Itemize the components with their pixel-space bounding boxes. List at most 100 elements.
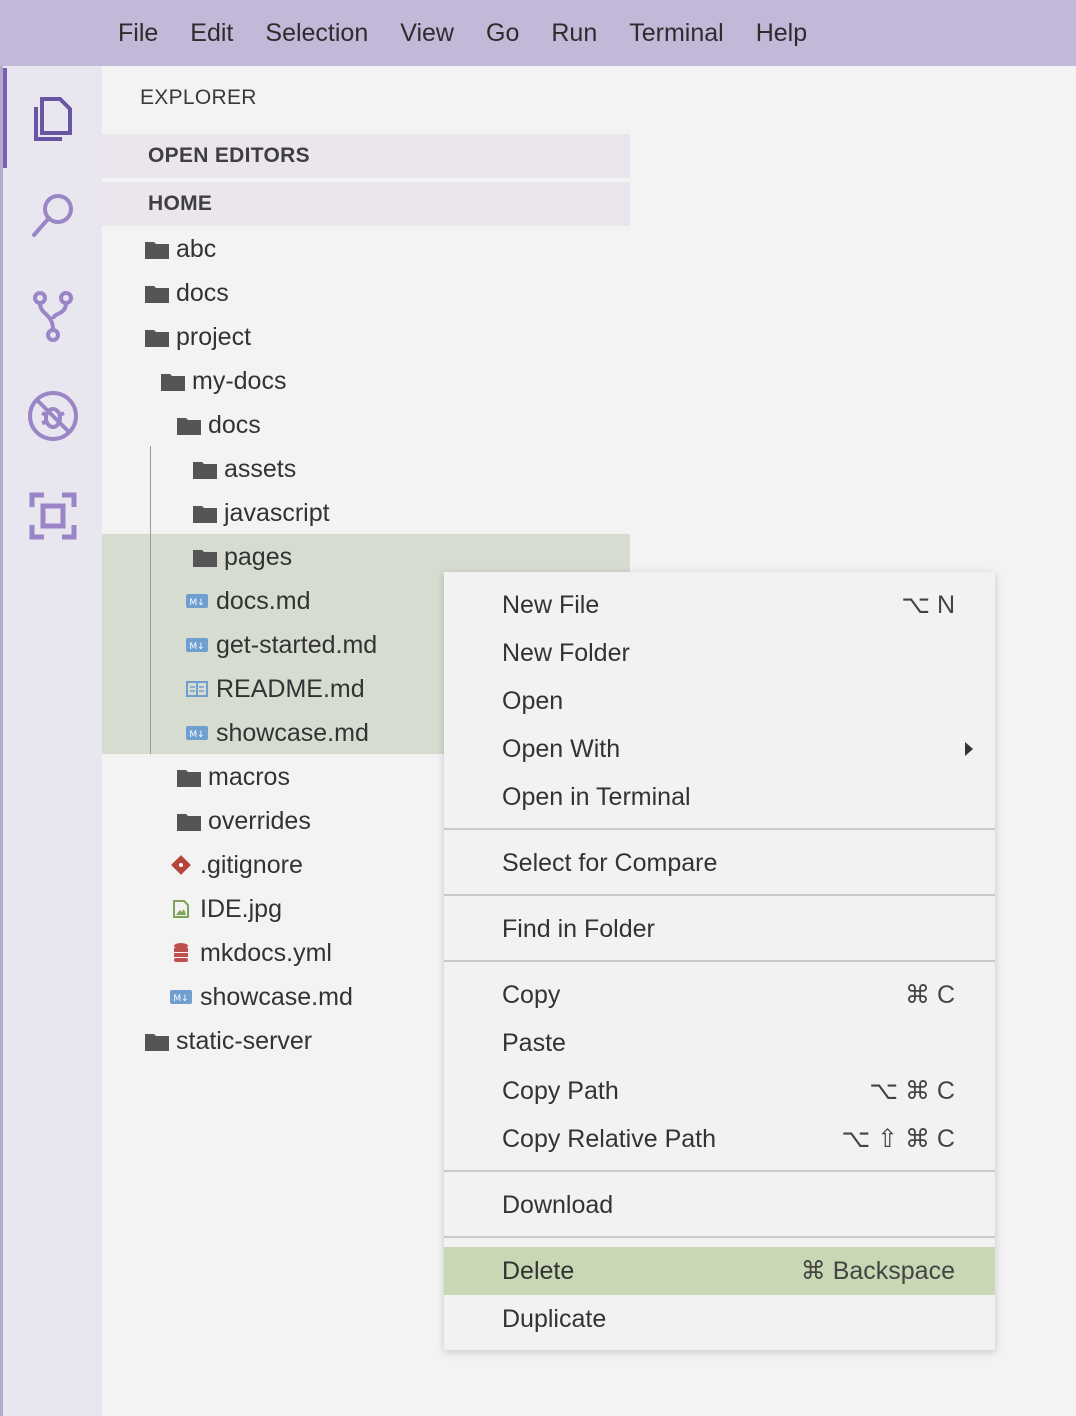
menu-item-copy-relative-path[interactable]: Copy Relative Path ⌥ ⇧ ⌘ C	[444, 1115, 995, 1163]
svg-text:M↓: M↓	[189, 642, 204, 652]
menu-bar: File Edit Selection View Go Run Terminal…	[0, 0, 1076, 66]
tree-item-label: pages	[224, 542, 293, 571]
folder-icon	[144, 238, 170, 260]
menu-item-label: Paste	[502, 1028, 566, 1057]
menu-item-find-in-folder[interactable]: Find in Folder	[444, 905, 995, 953]
tree-item-label: docs	[176, 278, 229, 307]
menu-go[interactable]: Go	[470, 0, 535, 66]
markdown-icon: M↓	[168, 986, 194, 1008]
section-label: OPEN EDITORS	[148, 144, 310, 167]
menu-item-copy[interactable]: Copy ⌘ C	[444, 971, 995, 1019]
menu-item-new-folder[interactable]: New Folder	[444, 629, 995, 677]
tree-item-label: mkdocs.yml	[200, 938, 332, 967]
menu-run[interactable]: Run	[535, 0, 613, 66]
folder-icon	[144, 282, 170, 304]
menu-separator	[444, 1236, 995, 1238]
tree-item-label: get-started.md	[216, 630, 378, 659]
tree-item-abc[interactable]: abc	[102, 227, 630, 271]
image-icon	[168, 898, 194, 920]
menu-item-label: Open in Terminal	[502, 782, 691, 811]
tree-item-label: macros	[208, 762, 290, 791]
folder-icon	[192, 546, 218, 568]
menu-item-label: New File	[502, 590, 600, 619]
menu-item-label: Download	[502, 1190, 614, 1219]
search-icon[interactable]	[3, 166, 102, 266]
menu-item-download[interactable]: Download	[444, 1181, 995, 1229]
tree-item-label: overrides	[208, 806, 311, 835]
tree-item-label: IDE.jpg	[200, 894, 282, 923]
menu-item-delete[interactable]: Delete ⌘ Backspace	[444, 1247, 995, 1295]
menu-file[interactable]: File	[102, 0, 174, 66]
menu-item-open[interactable]: Open	[444, 677, 995, 725]
tree-item-label: README.md	[216, 674, 365, 703]
menu-item-label: Copy Path	[502, 1076, 619, 1105]
shortcut-label: ⌥ ⌘ C	[869, 1077, 955, 1105]
tree-item-label: docs.md	[216, 586, 311, 615]
svg-text:M↓: M↓	[189, 730, 204, 740]
tree-item-label: my-docs	[192, 366, 287, 395]
tree-item-docs[interactable]: docs	[102, 271, 630, 315]
menu-item-label: New Folder	[502, 638, 630, 667]
folder-icon	[176, 810, 202, 832]
menu-separator	[444, 894, 995, 896]
folder-icon	[144, 1030, 170, 1052]
menu-item-label: Copy	[502, 980, 561, 1009]
markdown-icon: M↓	[184, 590, 210, 612]
menu-item-copy-path[interactable]: Copy Path ⌥ ⌘ C	[444, 1067, 995, 1115]
tree-item-label: javascript	[224, 498, 330, 527]
menu-edit[interactable]: Edit	[174, 0, 249, 66]
markdown-icon: M↓	[184, 722, 210, 744]
tree-item-label: .gitignore	[200, 850, 303, 879]
menu-terminal[interactable]: Terminal	[613, 0, 739, 66]
tree-item-docs-nested[interactable]: docs	[102, 403, 630, 447]
menu-separator	[444, 828, 995, 830]
menu-item-label: Delete	[502, 1256, 575, 1285]
home-section[interactable]: HOME	[102, 182, 630, 226]
folder-icon	[144, 326, 170, 348]
tree-item-javascript[interactable]: javascript	[102, 491, 630, 535]
source-control-icon[interactable]	[3, 266, 102, 366]
readme-icon	[184, 678, 210, 700]
explorer-icon[interactable]	[3, 68, 102, 168]
shortcut-label: ⌘ C	[905, 981, 955, 1009]
menu-item-label: Find in Folder	[502, 914, 655, 943]
menu-item-paste[interactable]: Paste	[444, 1019, 995, 1067]
context-menu: New File ⌥ N New Folder Open Open With O…	[444, 572, 995, 1350]
markdown-icon: M↓	[184, 634, 210, 656]
menu-item-label: Copy Relative Path	[502, 1124, 717, 1153]
shortcut-label: ⌥ ⇧ ⌘ C	[841, 1125, 955, 1153]
git-icon	[168, 854, 194, 876]
extensions-icon[interactable]	[3, 466, 102, 566]
menu-separator	[444, 960, 995, 962]
submenu-arrow-icon	[965, 742, 973, 756]
open-editors-section[interactable]: OPEN EDITORS	[102, 134, 630, 178]
menu-help[interactable]: Help	[740, 0, 823, 66]
section-label: HOME	[148, 192, 213, 215]
folder-icon	[192, 458, 218, 480]
menu-item-duplicate[interactable]: Duplicate	[444, 1295, 995, 1343]
menu-item-label: Open	[502, 686, 564, 715]
menu-item-open-in-terminal[interactable]: Open in Terminal	[444, 773, 995, 821]
menu-selection[interactable]: Selection	[249, 0, 384, 66]
sidebar-title: EXPLORER	[140, 86, 257, 109]
menu-view[interactable]: View	[384, 0, 470, 66]
folder-icon	[160, 370, 186, 392]
tree-item-label: abc	[176, 234, 217, 263]
tree-item-my-docs[interactable]: my-docs	[102, 359, 630, 403]
debug-icon[interactable]	[3, 366, 102, 466]
tree-item-assets[interactable]: assets	[102, 447, 630, 491]
tree-item-label: docs	[208, 410, 261, 439]
folder-icon	[176, 414, 202, 436]
tree-item-label: showcase.md	[216, 718, 369, 747]
tree-item-project[interactable]: project	[102, 315, 630, 359]
activity-bar	[3, 66, 102, 1416]
folder-icon	[176, 766, 202, 788]
shortcut-label: ⌘ Backspace	[800, 1257, 955, 1285]
menu-item-select-for-compare[interactable]: Select for Compare	[444, 839, 995, 887]
menu-item-new-file[interactable]: New File ⌥ N	[444, 581, 995, 629]
tree-item-label: assets	[224, 454, 297, 483]
tree-item-label: project	[176, 322, 252, 351]
shortcut-label: ⌥ N	[901, 591, 955, 619]
tree-item-label: static-server	[176, 1026, 313, 1055]
menu-item-open-with[interactable]: Open With	[444, 725, 995, 773]
